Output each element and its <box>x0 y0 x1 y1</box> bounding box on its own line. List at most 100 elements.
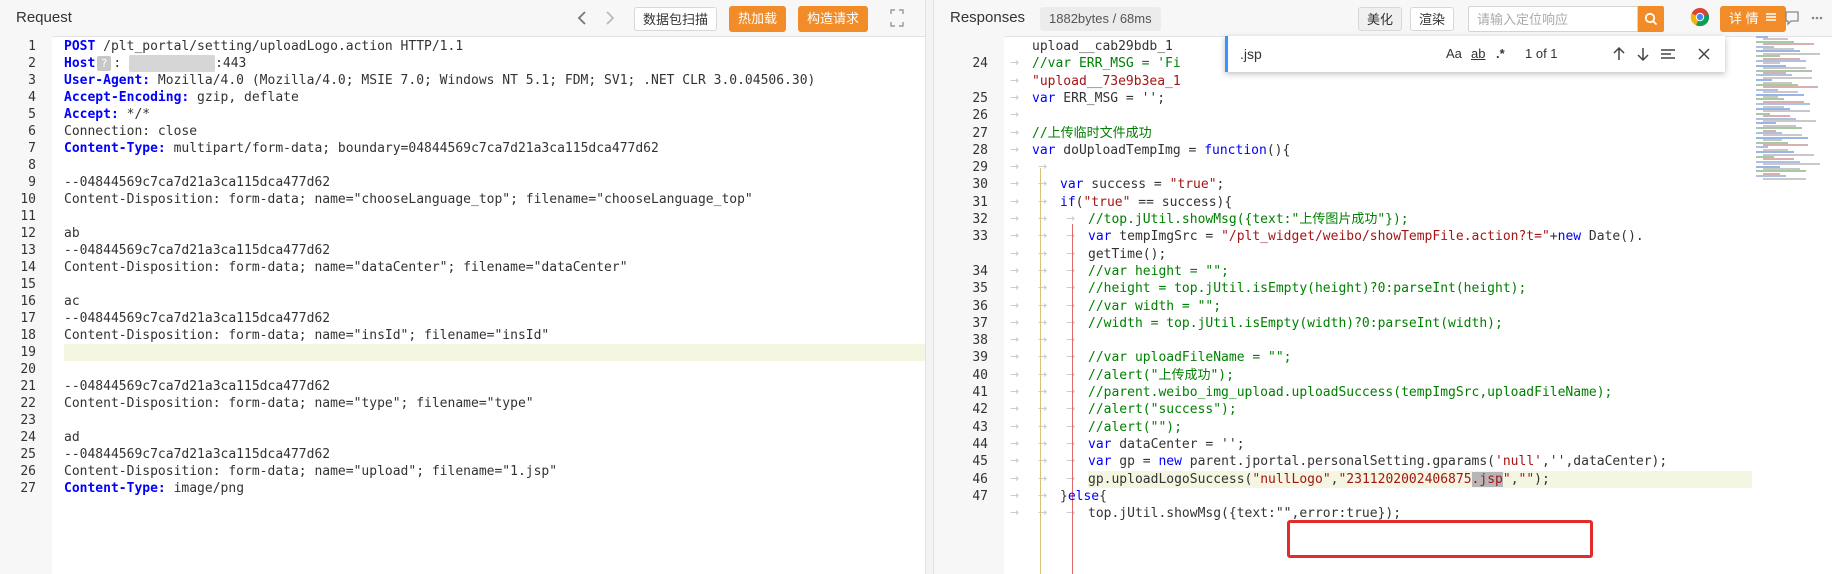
code-token: --04844569c7ca7d21a3ca115dca477d62 <box>64 447 331 462</box>
whitespace-marker: → <box>1010 298 1020 312</box>
whitespace-marker: → <box>1010 281 1020 295</box>
code-token: //alert(""); <box>1088 419 1182 435</box>
chevron-right-icon <box>606 11 615 25</box>
whitespace-marker: → <box>1066 385 1076 398</box>
code-token: --04844569c7ca7d21a3ca115dca477d62 <box>64 379 331 394</box>
highlight-annotation-box <box>1287 520 1593 558</box>
find-match-count: 1 of 1 <box>1525 46 1558 61</box>
code-token: image/png <box>165 481 245 496</box>
code-token: ,'',dataCenter); <box>1541 454 1668 470</box>
find-next-button[interactable] <box>1636 36 1650 72</box>
chrome-icon <box>1690 8 1710 27</box>
find-input[interactable]: .jsp <box>1240 36 1262 72</box>
line-number: 8 <box>28 158 36 173</box>
code-line: var ERR_MSG = ''; <box>1032 90 1165 107</box>
code-line: upload__cab29bdb_1 <box>1032 38 1173 55</box>
request-title: Request <box>16 9 72 26</box>
code-token: gp = <box>1111 454 1159 470</box>
code-token: POST <box>64 39 96 54</box>
line-number: 39 <box>972 350 988 366</box>
whitespace-marker: → <box>1066 506 1076 520</box>
code-line: Content-Disposition: form-data; name="in… <box>64 327 925 344</box>
whitespace-marker: → <box>1010 246 1020 260</box>
whitespace-marker: → <box>1066 281 1076 295</box>
whitespace-marker: → <box>1010 56 1020 70</box>
line-number: 46 <box>972 471 988 487</box>
code-line: var gp = new parent.jportal.personalSett… <box>1088 453 1667 470</box>
response-search-input[interactable] <box>1468 6 1638 32</box>
open-in-browser-button[interactable] <box>1690 7 1710 33</box>
regex-toggle[interactable]: .* <box>1496 36 1505 72</box>
line-number: 28 <box>972 142 988 158</box>
line-number: 19 <box>20 345 36 360</box>
code-token: //height = top.jUtil.isEmpty(height)?0:p… <box>1088 281 1527 297</box>
line-number: 6 <box>28 124 36 139</box>
match-case-toggle[interactable]: Aa <box>1446 36 1462 72</box>
code-token: , <box>1510 471 1519 487</box>
packet-scan-button[interactable]: 数据包扫描 <box>634 7 718 31</box>
whitespace-marker: → <box>1010 73 1020 87</box>
whitespace-marker: → <box>1010 333 1020 347</box>
code-line: User-Agent: Mozilla/4.0 (Mozilla/4.0; MS… <box>64 72 925 89</box>
back-button[interactable] <box>575 6 589 36</box>
code-line: Content-Disposition: form-data; name="ty… <box>64 395 925 412</box>
pane-splitter[interactable] <box>925 0 934 574</box>
code-line: --04844569c7ca7d21a3ca115dca477d62 <box>64 378 925 395</box>
code-token: --04844569c7ca7d21a3ca115dca477d62 <box>64 243 331 258</box>
code-line: Content-Type: image/png <box>64 480 925 497</box>
line-number: 31 <box>972 194 988 210</box>
whitespace-marker: → <box>1010 471 1020 485</box>
line-number: 27 <box>972 125 988 141</box>
whitespace-marker: → <box>1010 90 1020 104</box>
find-close-button[interactable] <box>1698 36 1710 72</box>
code-token: ERR_MSG = ''; <box>1055 90 1166 106</box>
code-line: }else{ <box>1060 488 1107 505</box>
whitespace-marker: → <box>1010 194 1020 208</box>
code-line: //上传临时文件成功 <box>1032 125 1152 142</box>
construct-request-button[interactable]: 构造请求 <box>798 6 869 32</box>
code-line: "upload__73e9b3ea_1 <box>1032 73 1181 90</box>
code-line: Content-Type: multipart/form-data; bound… <box>64 140 925 157</box>
code-token: "true" <box>1083 194 1131 210</box>
hot-load-button[interactable]: 热加载 <box>729 6 787 32</box>
more-button[interactable] <box>1810 6 1824 36</box>
code-line: --04844569c7ca7d21a3ca115dca477d62 <box>64 310 925 327</box>
find-previous-button[interactable] <box>1612 36 1626 72</box>
code-token: gp.uploadLogoSuccess( <box>1088 471 1253 487</box>
code-token: Content-Disposition: form-data; name="in… <box>64 328 550 343</box>
forward-button[interactable] <box>603 6 617 36</box>
code-token: == success){ <box>1130 194 1233 210</box>
code-line: getTime(); <box>1088 246 1166 263</box>
line-number: 13 <box>20 243 36 258</box>
render-button[interactable]: 渲染 <box>1410 7 1455 31</box>
request-pane: Request 数据包扫描 热加载 构造请求 1 2 3 4 5 6 7 8 9 10 11 12 13… <box>0 0 925 574</box>
whole-word-toggle[interactable]: ab <box>1471 36 1485 72</box>
line-number <box>934 246 988 263</box>
code-token: var <box>1060 177 1084 193</box>
more-icon <box>1811 16 1823 20</box>
whitespace-marker: → <box>1010 385 1020 398</box>
beautify-button[interactable]: 美化 <box>1358 7 1403 31</box>
comment-button[interactable] <box>1784 6 1800 36</box>
detail-button[interactable]: 详 情 <box>1720 6 1787 32</box>
whitespace-marker: → <box>1010 454 1020 468</box>
find-in-selection-icon <box>1661 49 1675 59</box>
code-token: : <box>113 56 129 71</box>
indent-guide <box>1040 168 1041 574</box>
minimap-line <box>1763 177 1806 180</box>
line-number: 4 <box>28 90 36 105</box>
line-number: 12 <box>20 226 36 241</box>
code-minimap[interactable] <box>1752 36 1832 186</box>
line-number: 2 <box>28 56 36 71</box>
line-number: 20 <box>20 362 36 377</box>
line-number: 45 <box>972 454 988 470</box>
expand-button[interactable] <box>889 6 905 36</box>
code-token: "2311202002406875 <box>1338 471 1472 487</box>
find-in-selection-button[interactable] <box>1660 36 1676 72</box>
line-number: 26 <box>20 464 36 479</box>
response-search-button[interactable] <box>1638 6 1664 32</box>
code-token: } <box>1060 488 1068 504</box>
code-line: POST /plt_portal/setting/uploadLogo.acti… <box>64 38 925 55</box>
minimap-line <box>1763 144 1808 146</box>
